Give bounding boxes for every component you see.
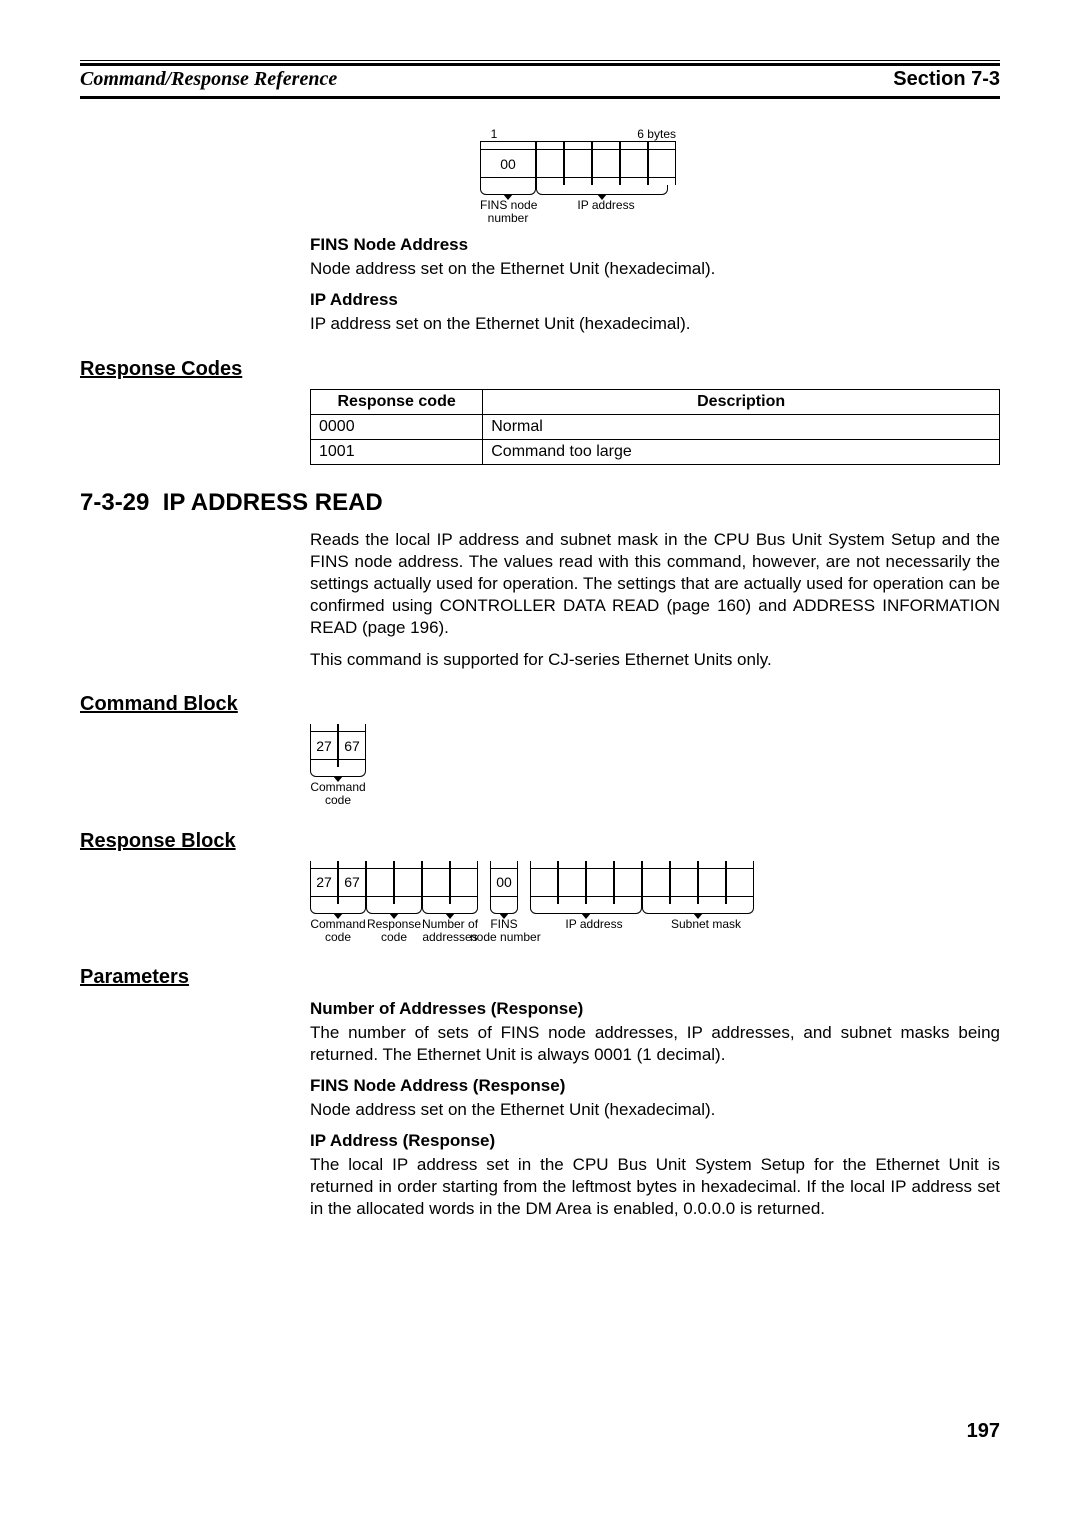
p3-h: Number of Addresses (Response) [310,999,1000,1019]
byte-cell-fins-node: 00 [480,150,536,178]
diagram-command-block: 27 67 Command code [310,724,1000,807]
command-block-heading: Command Block [80,693,1000,716]
param-ip-t: IP address set on the Ethernet Unit (hex… [310,313,1000,335]
param-fins-node-t: Node address set on the Ethernet Unit (h… [310,258,1000,280]
table-row: 1001 Command too large [311,439,1000,464]
parameters-heading: Parameters [80,966,1000,989]
p5-t: The local IP address set in the CPU Bus … [310,1154,1000,1220]
section-p2: This command is supported for CJ-series … [310,649,1000,671]
table-header-code: Response code [311,389,483,414]
page-header: Command/Response Reference Section 7-3 [80,63,1000,99]
dim-right: 6 bytes [620,127,676,141]
response-block-heading: Response Block [80,830,1000,853]
response-codes-heading: Response Codes [80,358,1000,381]
p3-t: The number of sets of FINS node addresse… [310,1022,1000,1066]
param-ip-h: IP Address [310,290,1000,310]
table-header-desc: Description [483,389,1000,414]
section-p1: Reads the local IP address and subnet ma… [310,529,1000,639]
p4-h: FINS Node Address (Response) [310,1076,1000,1096]
page-number: 197 [80,1420,1000,1443]
section-title: 7-3-29 IP ADDRESS READ [80,489,1000,517]
header-right: Section 7-3 [893,68,1000,91]
header-left: Command/Response Reference [80,68,337,91]
diagram-response-block: 27 67 00 [310,861,1000,944]
p4-t: Node address set on the Ethernet Unit (h… [310,1099,1000,1121]
table-row: 0000 Normal [311,414,1000,439]
response-codes-table: Response code Description 0000 Normal 10… [310,389,1000,465]
diagram-fins-ip: 1 6 bytes 00 FINS node number IP address [310,127,1000,225]
param-fins-node-h: FINS Node Address [310,235,1000,255]
p5-h: IP Address (Response) [310,1131,1000,1151]
dim-left: 1 [480,127,508,141]
